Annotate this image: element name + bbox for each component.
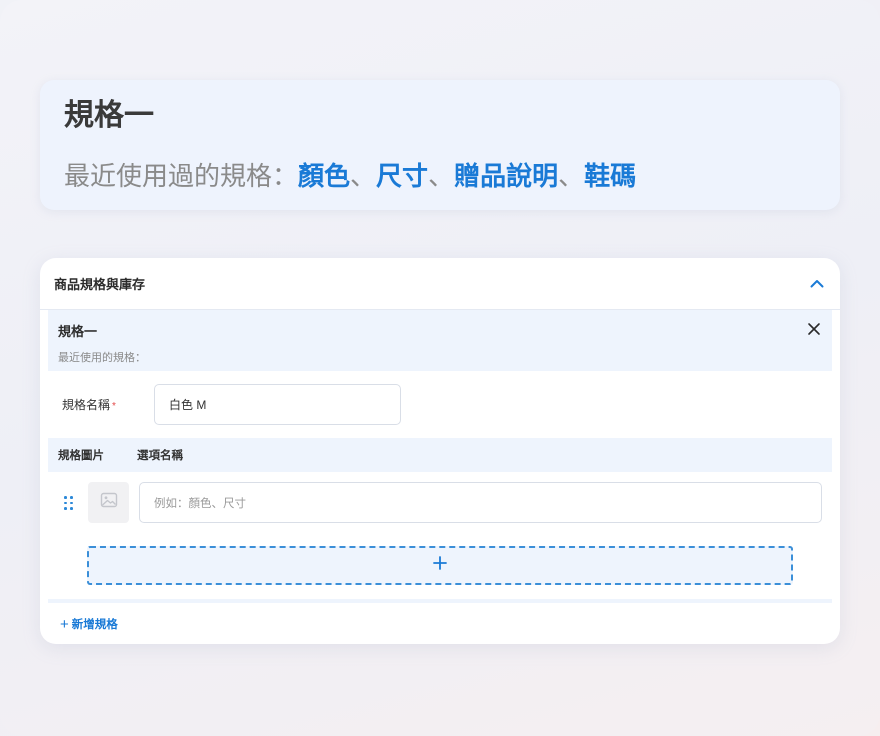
spec-panel-header: 規格一 最近使用的規格： [48, 310, 832, 371]
column-header-option-name: 選項名稱 [137, 450, 183, 462]
image-placeholder-icon [100, 492, 118, 513]
spec-recent-label: 最近使用的規格： [58, 352, 146, 364]
option-name-input[interactable]: 例如：顏色、尺寸 [139, 482, 822, 523]
spec-name: 規格一 [58, 324, 98, 339]
recent-spec-tag-gift-note[interactable]: 贈品說明 [454, 161, 558, 191]
drag-handle-icon[interactable] [64, 496, 74, 510]
close-icon[interactable] [806, 321, 822, 337]
tag-separator: 、 [350, 161, 377, 191]
spec-callout: 規格一 最近使用過的規格：顏色、尺寸、贈品說明、鞋碼 [40, 80, 840, 210]
add-spec-button[interactable]: + 新增規格 [40, 603, 840, 644]
plus-icon [433, 556, 447, 575]
add-spec-label: 新增規格 [71, 619, 118, 631]
option-image-upload[interactable] [88, 482, 129, 523]
recent-spec-tag-color[interactable]: 顏色 [298, 161, 350, 191]
recent-spec-tag-size[interactable]: 尺寸 [376, 161, 428, 191]
column-header-spec-image: 規格圖片 [58, 450, 104, 462]
product-spec-inventory-card: 商品規格與庫存 規格一 最近使用的規格： 規格名稱 * 白色 M 規格圖片 選項名… [40, 258, 840, 644]
add-option-button[interactable] [87, 546, 793, 585]
recent-spec-tag-shoe-size[interactable]: 鞋碼 [584, 161, 636, 191]
recent-specs-line: 最近使用過的規格：顏色、尺寸、贈品說明、鞋碼 [64, 159, 816, 193]
chevron-up-icon[interactable] [808, 275, 826, 293]
app-frame: 規格一 最近使用過的規格：顏色、尺寸、贈品說明、鞋碼 商品規格與庫存 規格一 最… [0, 0, 880, 736]
option-column-headers: 規格圖片 選項名稱 [48, 438, 832, 472]
spec-panel: 規格一 最近使用的規格： 規格名稱 * 白色 M 規格圖片 選項名稱 例如：顏色… [48, 310, 832, 603]
required-mark: * [112, 401, 116, 412]
recent-specs-label: 最近使用過的規格： [64, 161, 299, 191]
spec-name-field-label: 規格名稱 * [62, 398, 116, 412]
card-title: 商品規格與庫存 [54, 277, 146, 292]
option-list: 例如：顏色、尺寸 [48, 472, 832, 599]
plus-icon: + [60, 615, 69, 633]
callout-title: 規格一 [64, 99, 154, 132]
card-header[interactable]: 商品規格與庫存 [40, 258, 840, 310]
tag-separator: 、 [428, 161, 455, 191]
tag-separator: 、 [558, 161, 585, 191]
spec-name-row: 規格名稱 * 白色 M [48, 371, 832, 438]
spec-name-input[interactable]: 白色 M [154, 384, 401, 425]
